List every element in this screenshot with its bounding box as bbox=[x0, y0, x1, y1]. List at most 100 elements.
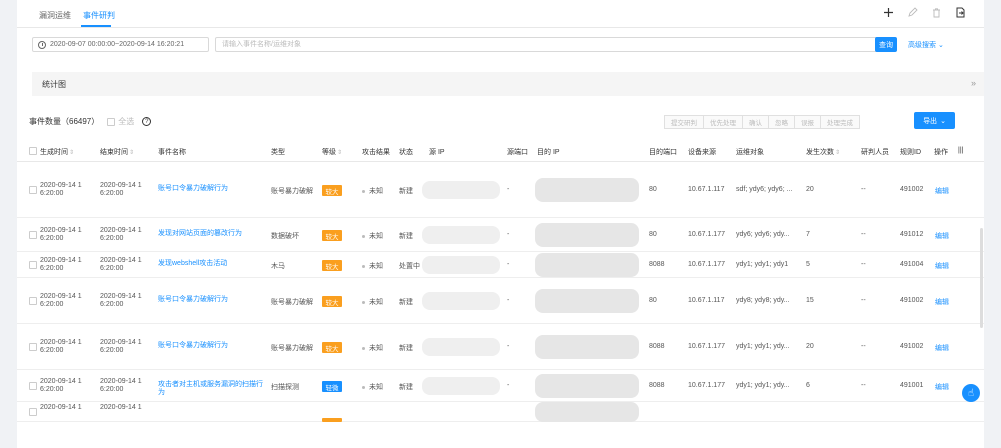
row-checkbox[interactable] bbox=[29, 297, 37, 307]
table-row[interactable]: 2020-09-14 1 6:20:00 2020-09-14 1 6:20:00 账号… bbox=[17, 324, 984, 370]
edit-link[interactable]: 编辑 bbox=[935, 261, 949, 271]
redacted-dst-ip bbox=[535, 374, 639, 398]
cell-end-time: 2020-09-14 1 6:20:00 bbox=[100, 339, 142, 354]
clock-icon bbox=[38, 40, 46, 49]
cell-analyst: -- bbox=[861, 382, 866, 389]
event-name-link[interactable]: 账号口令暴力破解行为 bbox=[158, 342, 264, 350]
hand-pointer-icon[interactable]: ☝ bbox=[962, 384, 980, 402]
table-row[interactable]: 2020-09-14 1 6:20:00 2020-09-14 1 6:20:00 账号… bbox=[17, 162, 984, 218]
cell-type: 账号暴力破解 bbox=[271, 188, 313, 195]
scrollbar-thumb[interactable] bbox=[980, 228, 983, 328]
cell-status: 新建 bbox=[399, 233, 413, 240]
double-chevron-down-icon[interactable]: » bbox=[971, 78, 976, 88]
col-count[interactable]: 发生次数⇕ bbox=[806, 147, 840, 157]
query-button[interactable]: 查询 bbox=[875, 37, 897, 52]
edit-link[interactable]: 编辑 bbox=[935, 186, 949, 196]
cell-dst-port: 80 bbox=[649, 186, 657, 193]
edit-link[interactable]: 编辑 bbox=[935, 231, 949, 241]
column-settings-icon[interactable]: ||| bbox=[958, 147, 963, 154]
cell-status: 新建 bbox=[399, 345, 413, 352]
col-end-time[interactable]: 结束时间⇕ bbox=[100, 147, 134, 157]
event-name-link[interactable]: 发现webshell攻击活动 bbox=[158, 260, 264, 268]
cell-device-source: 10.67.1.117 bbox=[688, 297, 725, 304]
false-positive-button[interactable]: 误报 bbox=[795, 115, 821, 129]
level-badge: 较大 bbox=[322, 260, 342, 271]
row-checkbox[interactable] bbox=[29, 231, 37, 241]
event-name-link[interactable]: 攻击者对主机或服务漏洞的扫描行为 bbox=[158, 381, 264, 397]
priority-button[interactable]: 优先处理 bbox=[704, 115, 743, 129]
cell-attack-result: 未知 bbox=[362, 297, 383, 307]
cell-analyst: -- bbox=[861, 343, 866, 350]
select-all[interactable]: 全选 bbox=[107, 116, 134, 127]
header-checkbox[interactable] bbox=[29, 147, 37, 155]
col-start-time[interactable]: 生成时间⇕ bbox=[40, 147, 74, 157]
header-checkbox-cell[interactable] bbox=[29, 147, 37, 157]
row-checkbox[interactable] bbox=[29, 382, 37, 392]
row-checkbox[interactable] bbox=[29, 261, 37, 271]
edit-link[interactable]: 编辑 bbox=[935, 382, 949, 392]
submit-analysis-button[interactable]: 提交研判 bbox=[664, 115, 704, 129]
level-badge: 较大 bbox=[322, 342, 342, 353]
export-button[interactable]: 导出 ⌄ bbox=[914, 112, 955, 129]
chart-panel-header[interactable]: 统计图 » bbox=[32, 72, 984, 96]
cell-end-time: 2020-09-14 1 6:20:00 bbox=[100, 227, 142, 242]
advanced-search-toggle[interactable]: 高级搜索 ⌄ bbox=[908, 40, 944, 50]
cell-count: 20 bbox=[806, 186, 814, 193]
event-name-link[interactable]: 账号口令暴力破解行为 bbox=[158, 185, 264, 193]
cell-type: 木马 bbox=[271, 263, 285, 270]
cell-analyst: -- bbox=[861, 231, 866, 238]
col-type: 类型 bbox=[271, 149, 285, 156]
cell-analyst: -- bbox=[861, 297, 866, 304]
tab-bar: 漏洞运维 事件研判 bbox=[17, 0, 984, 28]
table-row[interactable]: 2020-09-14 1 6:20:00 2020-09-14 1 6:20:00 发现… bbox=[17, 218, 984, 252]
search-input[interactable] bbox=[215, 37, 881, 52]
table-row[interactable]: 2020-09-14 1 6:20:00 2020-09-14 1 6:20:00 发现… bbox=[17, 252, 984, 278]
event-name-link[interactable]: 发现对网站页面的篡改行为 bbox=[158, 230, 264, 238]
cell-start-time: 2020-09-14 1 6:20:00 bbox=[40, 257, 82, 272]
edit-link[interactable]: 编辑 bbox=[935, 343, 949, 353]
batch-actions: 提交研判 优先处理 确认 忽略 误报 处理完成 bbox=[664, 115, 860, 129]
row-checkbox[interactable] bbox=[29, 408, 37, 418]
table-row[interactable]: 2020-09-14 1 6:20:00 2020-09-14 1 6:20:00 账号… bbox=[17, 278, 984, 324]
col-device-source: 设备来源 bbox=[688, 149, 716, 156]
date-range-picker[interactable]: 2020-09-07 00:00:00~2020-09-14 16:20:21 bbox=[32, 37, 209, 52]
scrollbar[interactable] bbox=[979, 28, 984, 448]
cell-src-port: - bbox=[507, 343, 510, 350]
redacted-src-ip bbox=[422, 256, 500, 274]
cell-rule-id: 491004 bbox=[900, 261, 924, 268]
cell-count: 20 bbox=[806, 343, 814, 350]
trash-icon[interactable] bbox=[930, 6, 942, 18]
col-status: 状态 bbox=[399, 149, 413, 156]
file-export-icon[interactable] bbox=[954, 6, 966, 18]
col-level[interactable]: 等级⇕ bbox=[322, 147, 342, 157]
event-name-link[interactable]: 账号口令暴力破解行为 bbox=[158, 296, 264, 304]
cell-device-source: 10.67.1.177 bbox=[688, 343, 725, 350]
toolbar bbox=[882, 6, 966, 18]
confirm-button[interactable]: 确认 bbox=[743, 115, 769, 129]
event-count: 事件数量（66497） bbox=[29, 117, 100, 126]
cell-device-source: 10.67.1.117 bbox=[688, 186, 725, 193]
cell-dst-port: 80 bbox=[649, 231, 657, 238]
row-checkbox[interactable] bbox=[29, 186, 37, 196]
cell-src-port: - bbox=[507, 186, 510, 193]
plus-icon[interactable] bbox=[882, 6, 894, 18]
table-row[interactable]: 2020-09-14 1 2020-09-14 1 bbox=[17, 402, 984, 422]
cell-status: 新建 bbox=[399, 188, 413, 195]
cell-target: ydy1; ydy1; ydy... bbox=[736, 343, 790, 350]
tab-vuln-ops[interactable]: 漏洞运维 bbox=[39, 10, 71, 21]
row-checkbox[interactable] bbox=[29, 343, 37, 353]
cell-status: 新建 bbox=[399, 384, 413, 391]
complete-button[interactable]: 处理完成 bbox=[821, 115, 860, 129]
cell-rule-id: 491002 bbox=[900, 297, 924, 304]
cell-status: 新建 bbox=[399, 299, 413, 306]
col-attack-result: 攻击结果 bbox=[362, 149, 390, 156]
export-label: 导出 bbox=[923, 117, 938, 125]
help-icon[interactable]: ? bbox=[142, 117, 152, 126]
select-all-checkbox[interactable] bbox=[107, 117, 116, 126]
tab-event-analysis[interactable]: 事件研判 bbox=[83, 10, 115, 21]
edit-link[interactable]: 编辑 bbox=[935, 297, 949, 307]
table-row[interactable]: 2020-09-14 1 6:20:00 2020-09-14 1 6:20:00 攻击… bbox=[17, 370, 984, 402]
ignore-button[interactable]: 忽略 bbox=[769, 115, 795, 129]
col-event-name: 事件名称 bbox=[158, 149, 186, 156]
pencil-icon[interactable] bbox=[906, 6, 918, 18]
